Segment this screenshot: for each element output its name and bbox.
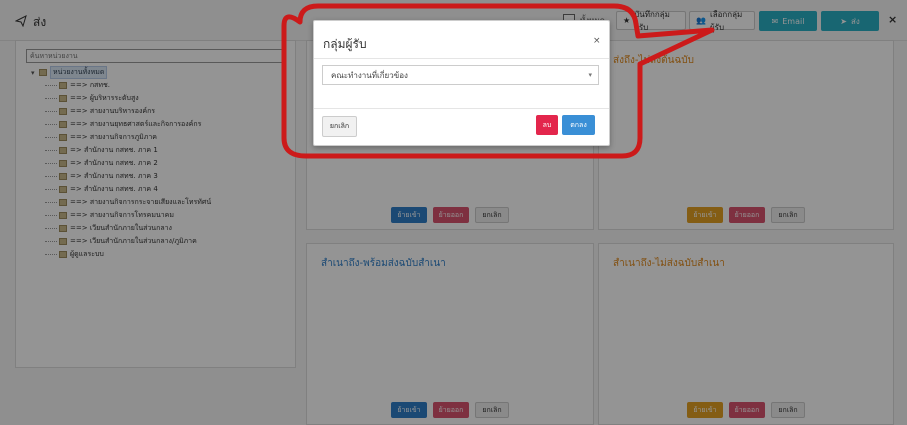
- divider: [314, 108, 609, 109]
- close-icon[interactable]: ×: [593, 36, 601, 46]
- recipient-group-select[interactable]: คณะทำงานที่เกี่ยวข้อง ▾: [322, 65, 599, 85]
- chevron-down-icon: ▾: [588, 71, 592, 79]
- modal-ok-button[interactable]: ตกลง: [562, 115, 595, 135]
- modal-title: กลุ่มผู้รับ: [323, 37, 367, 51]
- selected-value: คณะทำงานที่เกี่ยวข้อง: [331, 70, 408, 80]
- recipient-group-modal: กลุ่มผู้รับ × คณะทำงานที่เกี่ยวข้อง ▾ ยก…: [313, 20, 610, 146]
- divider: [314, 58, 609, 59]
- modal-cancel-button[interactable]: ยกเลิก: [322, 116, 357, 137]
- modal-delete-button[interactable]: ลบ: [536, 115, 558, 135]
